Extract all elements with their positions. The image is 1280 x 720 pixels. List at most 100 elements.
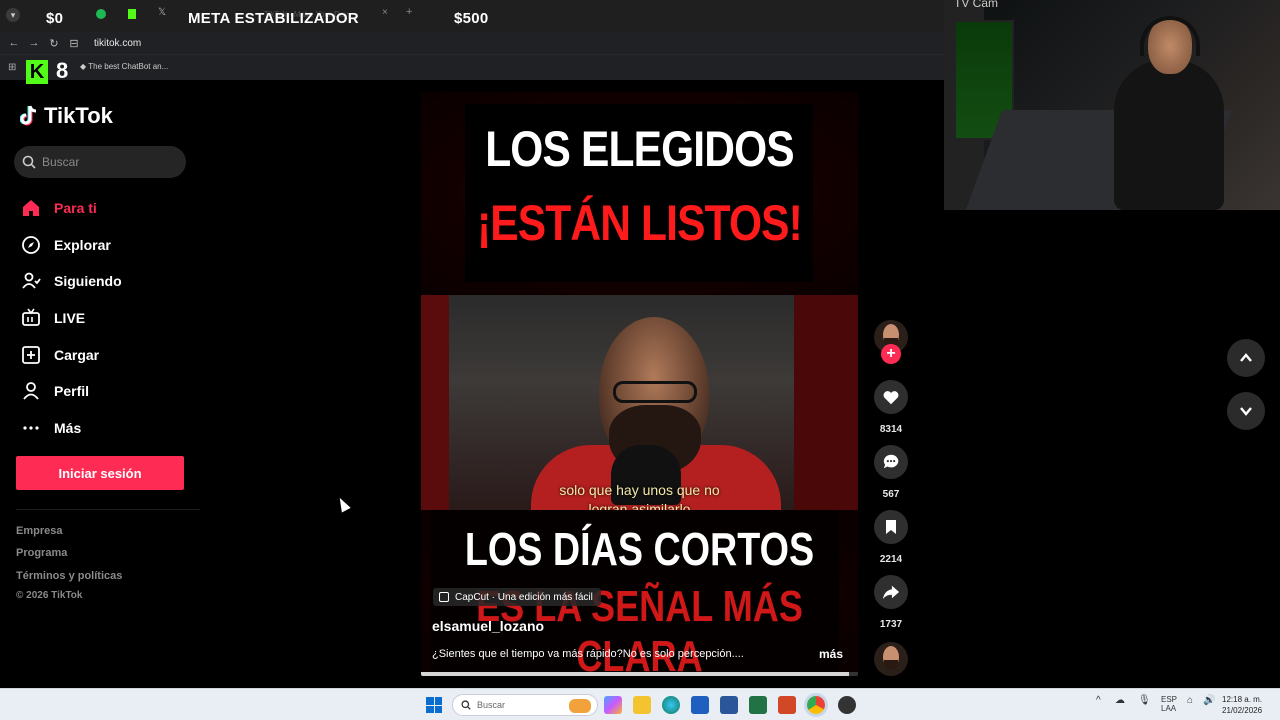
spotify-icon[interactable] (96, 9, 106, 19)
subtitle-line1: solo que hay unos que no (559, 482, 720, 498)
bookmark-icon: ◆ (80, 62, 89, 71)
sidebar-item-cargar[interactable]: Cargar (20, 336, 200, 373)
back-icon[interactable]: ← (4, 37, 24, 49)
sidebar-nav: Para ti Explorar Siguiendo LIVE Cargar P… (20, 190, 200, 446)
previous-video-button[interactable] (1227, 339, 1265, 377)
clock-time: 12:18 a. m. (1222, 695, 1263, 704)
footer-copyright: © 2026 TikTok (16, 590, 83, 601)
language-indicator[interactable]: ESP LAA (1161, 695, 1177, 713)
taskbar-search[interactable]: Buscar (452, 694, 598, 716)
brand-name: TikTok (44, 103, 113, 128)
forward-icon[interactable]: → (24, 37, 44, 49)
share-button[interactable] (874, 575, 908, 609)
bookmark-save-icon (886, 520, 896, 534)
chevron-down-icon (1240, 407, 1252, 416)
like-button[interactable] (874, 380, 908, 414)
file-explorer-icon[interactable] (633, 696, 651, 714)
sidebar-item-para-ti[interactable]: Para ti (20, 190, 200, 227)
sidebar-item-live[interactable]: LIVE (20, 300, 200, 337)
clock-date: 21/02/2026 (1222, 706, 1263, 715)
share-count: 1737 (879, 619, 903, 630)
sidebar-item-perfil[interactable]: Perfil (20, 373, 200, 410)
following-icon (20, 270, 42, 292)
overlay-goal-label: META ESTABILIZADOR (188, 10, 359, 27)
tray-overflow-icon[interactable]: ^ (1096, 695, 1101, 706)
store-icon[interactable] (691, 696, 709, 714)
tab-menu-icon[interactable]: ▾ (6, 8, 20, 22)
home-icon (20, 197, 42, 219)
more-button[interactable]: más (819, 647, 843, 661)
url-text[interactable]: tikitok.com (94, 38, 141, 49)
search-placeholder: Buscar (42, 155, 80, 169)
word-icon[interactable] (720, 696, 738, 714)
video-progress-bar[interactable] (421, 672, 858, 676)
save-count: 2214 (879, 554, 903, 565)
reload-icon[interactable]: ↻ (44, 37, 64, 50)
windows-start-icon[interactable] (426, 697, 442, 713)
obs-icon[interactable] (838, 696, 856, 714)
footer-link-empresa[interactable]: Empresa (16, 525, 62, 537)
sidebar-divider (16, 509, 200, 510)
sidebar-item-label: LIVE (54, 310, 86, 327)
live-tv-icon (20, 307, 42, 329)
follow-plus-icon[interactable]: + (881, 344, 901, 364)
share-arrow-icon (882, 585, 900, 600)
apps-grid-icon[interactable]: ⊞ (8, 62, 16, 73)
windows-taskbar: Buscar ^ ☁ 🎙 ESP LAA ⌂ 🔊 12:18 a. m. 21/… (0, 688, 1280, 720)
bookmark-chatbot[interactable]: ◆ The best ChatBot an... (80, 62, 168, 71)
taskbar-search-placeholder: Buscar (477, 700, 506, 710)
mouse-cursor (335, 495, 351, 513)
volume-icon[interactable]: 🔊 (1203, 695, 1215, 706)
footer-link-programa[interactable]: Programa (16, 547, 67, 559)
x-tab-icon[interactable]: 𝕏 (158, 7, 166, 18)
save-button[interactable] (874, 510, 908, 544)
address-bar: ← → ↻ ⊟ tikitok.com (0, 32, 944, 54)
capcut-icon (439, 592, 449, 602)
cloud-icon[interactable]: ☁ (1115, 695, 1125, 706)
kick-logo: K (26, 60, 48, 84)
new-tab-icon[interactable]: + (406, 6, 412, 18)
kick-tab-icon[interactable] (128, 9, 136, 19)
tiktok-note-icon (20, 105, 37, 126)
comment-button[interactable] (874, 445, 908, 479)
capcut-label: CapCut · Una edición más fácil (455, 591, 593, 603)
sidebar-item-mas[interactable]: Más (20, 410, 200, 447)
sound-avatar[interactable] (874, 642, 908, 676)
close-tab-icon[interactable]: × (382, 7, 388, 18)
site-info-icon[interactable]: ⊟ (64, 37, 84, 50)
video-title-line2: ¡ESTÁN LISTOS! (477, 195, 803, 251)
powerpoint-icon[interactable] (778, 696, 796, 714)
edge-icon[interactable] (662, 696, 680, 714)
webcam-overlay: TV Cam (944, 0, 1280, 210)
sidebar-item-label: Perfil (54, 383, 90, 400)
tiktok-logo[interactable]: TikTok (20, 103, 113, 129)
chrome-icon[interactable] (807, 696, 825, 714)
capcut-badge[interactable]: CapCut · Una edición más fácil (433, 588, 601, 606)
more-dots-icon (20, 417, 42, 439)
clock[interactable]: 12:18 a. m. 21/02/2026 (1222, 694, 1262, 716)
chevron-up-icon (1240, 353, 1252, 362)
sidebar-item-label: Siguiendo (54, 273, 122, 290)
network-icon[interactable]: ⌂ (1187, 695, 1193, 706)
video-title-line3: LOS DÍAS CORTOS (464, 523, 815, 575)
sidebar-item-label: Para ti (54, 200, 97, 217)
video-progress-fill (421, 672, 850, 676)
comment-icon (883, 454, 899, 469)
profile-icon (20, 380, 42, 402)
video-player[interactable]: LOS ELEGIDOS ¡ESTÁN LISTOS! solo que hay… (421, 92, 858, 676)
video-author[interactable]: elsamuel_lozano (432, 618, 544, 634)
footer-link-terminos[interactable]: Términos y políticas (16, 570, 122, 582)
excel-icon[interactable] (749, 696, 767, 714)
copilot-icon[interactable] (604, 696, 622, 714)
login-button[interactable]: Iniciar sesión (16, 456, 184, 490)
like-count: 8314 (879, 424, 903, 435)
sidebar-item-explorar[interactable]: Explorar (20, 227, 200, 264)
search-highlight-icon (569, 699, 591, 713)
video-title-line1: LOS ELEGIDOS (485, 121, 794, 177)
upload-plus-icon (20, 344, 42, 366)
microphone-icon[interactable]: 🎙 (1138, 695, 1151, 706)
search-input[interactable]: Buscar (14, 146, 186, 178)
search-icon (461, 700, 471, 710)
next-video-button[interactable] (1227, 392, 1265, 430)
sidebar-item-siguiendo[interactable]: Siguiendo (20, 263, 200, 300)
